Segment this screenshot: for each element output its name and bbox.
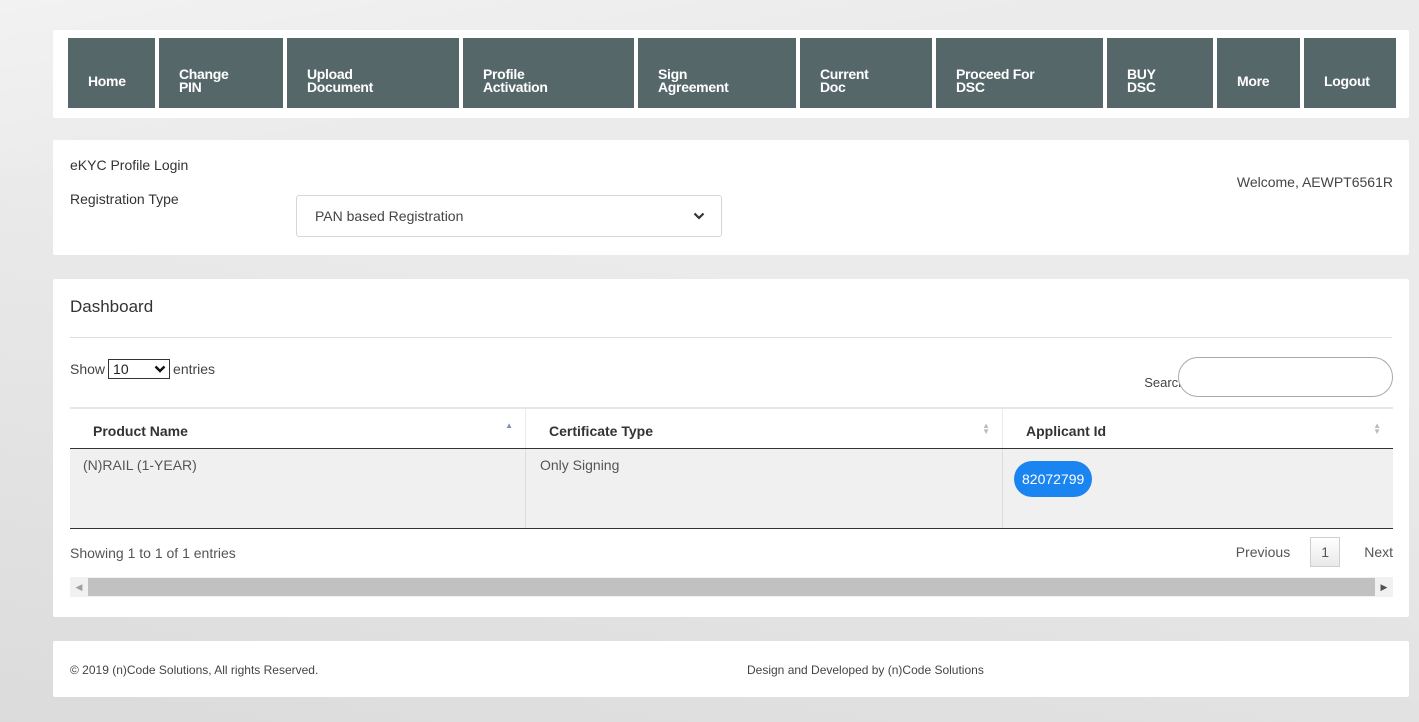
page-container: Home Change PIN Upload Document Profile …: [53, 30, 1409, 697]
sort-both-icon: ▲ ▼: [1373, 421, 1381, 436]
table-header-row: Product Name ▲ Certificate Type ▲ ▼ Appli…: [70, 407, 1393, 449]
cell-product-name: (N)RAIL (1-YEAR): [70, 449, 526, 528]
dashboard-panel: Dashboard Show 10 entries Search: Produc…: [53, 279, 1409, 617]
nav-logout-button[interactable]: Logout: [1304, 38, 1396, 108]
nav-more-button[interactable]: More: [1217, 38, 1300, 108]
divider: [70, 337, 1392, 338]
next-page-button[interactable]: Next: [1364, 544, 1393, 560]
chevron-down-icon: [154, 365, 166, 373]
welcome-text: Welcome, AEWPT6561R: [1236, 174, 1393, 190]
nav-current-doc-button[interactable]: Current Doc: [800, 38, 932, 108]
pagination: Previous 1 Next: [1236, 537, 1393, 567]
column-header-certificate-type[interactable]: Certificate Type ▲ ▼: [526, 409, 1003, 448]
applicant-id-badge[interactable]: 82072799: [1014, 461, 1093, 497]
design-credit-text: Design and Developed by (n)Code Solution…: [747, 663, 984, 677]
sort-ascending-icon: ▲: [505, 421, 513, 430]
column-header-label: Certificate Type: [549, 423, 653, 439]
horizontal-scrollbar[interactable]: ◀ ▶: [70, 577, 1393, 597]
entries-label: entries: [173, 361, 216, 377]
nav-sign-agreement-button[interactable]: Sign Agreement: [638, 38, 796, 108]
cell-applicant-id: 82072799: [1003, 449, 1393, 528]
search-input[interactable]: [1178, 357, 1393, 397]
copyright-text: © 2019 (n)Code Solutions, All rights Res…: [70, 663, 319, 677]
nav-change-pin-button[interactable]: Change PIN: [159, 38, 283, 108]
sort-both-icon: ▲ ▼: [982, 421, 990, 436]
scrollbar-thumb[interactable]: [88, 578, 1375, 596]
nav-upload-document-button[interactable]: Upload Document: [287, 38, 459, 108]
nav-profile-activation-button[interactable]: Profile Activation: [463, 38, 634, 108]
column-header-applicant-id[interactable]: Applicant Id ▲ ▼: [1003, 409, 1393, 448]
table-row: (N)RAIL (1-YEAR) Only Signing 82072799: [70, 449, 1393, 529]
column-header-label: Applicant Id: [1026, 423, 1107, 439]
dashboard-title: Dashboard: [70, 297, 154, 316]
entries-length-select[interactable]: 10: [108, 359, 171, 379]
footer: © 2019 (n)Code Solutions, All rights Res…: [53, 641, 1409, 697]
previous-page-button[interactable]: Previous: [1236, 544, 1290, 560]
column-header-label: Product Name: [93, 423, 188, 439]
cell-certificate-type: Only Signing: [526, 449, 1003, 528]
profile-title: eKYC Profile Login: [70, 157, 189, 173]
table-info: Showing 1 to 1 of 1 entries: [70, 545, 236, 561]
entries-length-value: 10: [113, 361, 129, 377]
scroll-left-icon[interactable]: ◀: [70, 577, 88, 597]
nav-buy-dsc-button[interactable]: BUY DSC: [1107, 38, 1213, 108]
main-navbar: Home Change PIN Upload Document Profile …: [53, 30, 1409, 118]
page-number-button[interactable]: 1: [1310, 537, 1341, 567]
registration-type-select[interactable]: PAN based Registration: [296, 195, 722, 237]
show-label: Show: [70, 361, 106, 377]
length-control: Show 10 entries: [70, 359, 215, 379]
column-header-product-name[interactable]: Product Name ▲: [70, 409, 526, 448]
data-table: Product Name ▲ Certificate Type ▲ ▼ Appli…: [70, 407, 1393, 529]
registration-type-label: Registration Type: [70, 191, 179, 207]
nav-proceed-for-dsc-button[interactable]: Proceed For DSC: [936, 38, 1103, 108]
profile-panel: eKYC Profile Login Registration Type PAN…: [53, 140, 1409, 255]
nav-home-button[interactable]: Home: [68, 38, 155, 108]
registration-type-value: PAN based Registration: [315, 208, 464, 224]
scroll-right-icon[interactable]: ▶: [1375, 577, 1393, 597]
chevron-down-icon: [693, 212, 705, 220]
